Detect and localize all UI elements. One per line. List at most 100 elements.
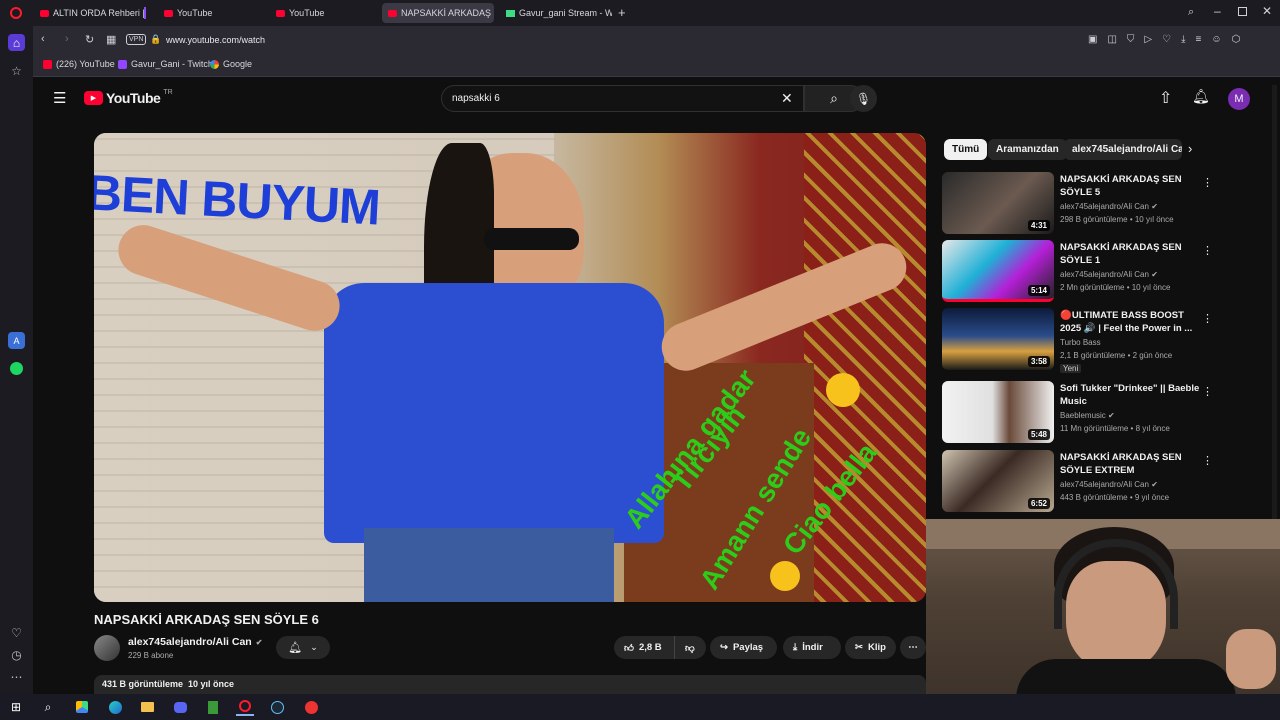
youtube-logo[interactable]: ▶ YouTube TR [84, 89, 173, 106]
video-thumbnail[interactable]: 5:48 [942, 381, 1054, 443]
recommendation-channel[interactable]: Turbo Bass [1060, 338, 1101, 347]
recommendation-channel[interactable]: Baeblemusic ✔ [1060, 411, 1115, 420]
download-button[interactable]: ⤓ İndir [783, 636, 841, 659]
bookmark-item[interactable]: Google [210, 59, 252, 69]
video-thumbnail[interactable]: 6:52 [942, 450, 1054, 512]
more-horizontal-icon: ⋯ [908, 642, 918, 653]
search-icon[interactable]: ⌕ [39, 698, 57, 716]
play-icon[interactable]: ▷ [1144, 34, 1162, 45]
task-app-icon[interactable] [204, 698, 222, 716]
recommendation-channel[interactable]: alex745alejandro/Ali Can ✔ [1060, 202, 1158, 211]
menu-icon[interactable]: ≡ [1196, 34, 1212, 45]
more-vertical-icon[interactable]: ⋮ [1202, 176, 1213, 189]
clip-button[interactable]: ✂ Klip [845, 636, 896, 659]
tab-search-icon[interactable]: ⌕ [1188, 6, 1194, 19]
profile-icon[interactable]: ☺ [1211, 34, 1231, 45]
recommendation-item[interactable]: 5:48 Sofi Tukker "Drinkee" || Baeble Mus… [942, 381, 1217, 445]
opera-taskbar-icon[interactable] [236, 698, 254, 716]
more-actions-button[interactable]: ⋯ [900, 636, 926, 659]
new-tab-button[interactable]: + [618, 5, 626, 20]
more-vertical-icon[interactable]: ⋮ [1202, 385, 1213, 398]
camera-icon[interactable]: ◫ [1107, 34, 1126, 45]
windows-start-icon[interactable]: ⊞ [7, 698, 25, 716]
heart-icon[interactable]: ♡ [8, 624, 25, 641]
pinboard-icon[interactable]: ☆ [8, 62, 25, 79]
chip-channel[interactable]: alex745alejandro/Ali Can [1064, 139, 1182, 160]
hamburger-menu-icon[interactable]: ☰ [53, 89, 66, 107]
video-thumbnail[interactable]: 4:31 [942, 172, 1054, 234]
upload-icon[interactable]: ⇧ [1159, 88, 1172, 108]
notifications-bell-icon[interactable]: 🔔︎ [1192, 88, 1210, 105]
address-bar-actions: ▣◫⛉▷♡⤓≡☺⬡ [1088, 34, 1250, 45]
edge-icon[interactable] [106, 698, 124, 716]
subscription-bell-button[interactable]: 🔔︎ ⌄ [276, 636, 330, 659]
account-avatar[interactable]: M [1228, 88, 1250, 110]
recommendation-title[interactable]: Sofi Tukker "Drinkee" || Baeble Music [1060, 383, 1200, 408]
minimize-icon[interactable]: – [1214, 4, 1221, 18]
video-person-sunglasses [484, 228, 579, 250]
bookmark-item[interactable]: Gavur_Gani - Twitch [118, 59, 213, 69]
channel-name[interactable]: alex745alejandro/Ali Can ✔ [128, 636, 262, 648]
recommendation-item[interactable]: 4:31 NAPSAKKİ ARKADAŞ SEN SÖYLE 5 alex74… [942, 172, 1217, 236]
chip-all[interactable]: Tümü [944, 139, 988, 160]
clear-search-icon[interactable]: ✕ [781, 90, 793, 107]
browser-tab[interactable]: Gavur_gani Stream - Watc [500, 3, 612, 23]
like-button[interactable]: 👍︎ 2,8 B [614, 636, 674, 659]
home-icon[interactable]: ⌂ [8, 34, 25, 51]
back-icon[interactable]: ‹ [41, 33, 45, 45]
vpn-badge[interactable]: VPN [126, 34, 147, 45]
tabs-grid-icon[interactable]: ▦ [106, 33, 116, 46]
share-button[interactable]: ↪ Paylaş [710, 636, 777, 659]
opera-logo-icon[interactable] [10, 7, 22, 19]
browser-tab[interactable]: ALTIN ORDA Rehberi | Ag [34, 3, 146, 23]
discord-icon[interactable] [171, 698, 189, 716]
chips-next-icon[interactable]: › [1188, 141, 1192, 156]
close-window-icon[interactable]: ✕ [1262, 4, 1272, 18]
windows-taskbar: ⊞ ⌕ [0, 694, 1280, 720]
browser-tab-active[interactable]: NAPSAKKİ ARKADAŞ SEN [382, 3, 494, 23]
bookmark-item[interactable]: (226) YouTube [43, 59, 115, 69]
dislike-button[interactable]: 👎︎ [674, 636, 706, 659]
more-vertical-icon[interactable]: ⋮ [1202, 312, 1213, 325]
search-input[interactable]: napsakki 6 ✕ [441, 85, 804, 112]
chip-from-search[interactable]: Aramanızdan [988, 139, 1067, 160]
reload-icon[interactable]: ↻ [85, 33, 94, 46]
spotify-icon[interactable] [8, 360, 25, 377]
snapshot-icon[interactable]: ▣ [1088, 34, 1107, 45]
more-vertical-icon[interactable]: ⋮ [1202, 244, 1213, 257]
video-player[interactable]: BEN BUYUM Allahına gadar Tırcıyıh Amann … [94, 133, 926, 602]
file-explorer-icon[interactable] [138, 698, 156, 716]
history-icon[interactable]: ◷ [8, 646, 25, 663]
video-thumbnail[interactable]: 3:58 [942, 308, 1054, 370]
more-vertical-icon[interactable]: ⋮ [1202, 454, 1213, 467]
task-app-icon[interactable] [73, 698, 91, 716]
task-app-icon[interactable] [302, 698, 320, 716]
aria-icon[interactable]: A [8, 332, 25, 349]
channel-avatar[interactable] [94, 635, 120, 661]
recommendation-channel[interactable]: alex745alejandro/Ali Can ✔ [1060, 480, 1158, 489]
url-field[interactable]: www.youtube.com/watch [166, 35, 265, 45]
recommendation-channel[interactable]: alex745alejandro/Ali Can ✔ [1060, 270, 1158, 279]
steam-icon[interactable] [268, 698, 286, 716]
video-thumbnail[interactable]: 5:14 [942, 240, 1054, 302]
lock-icon: 🔒 [150, 34, 162, 44]
shield-icon[interactable]: ⛉ [1127, 34, 1145, 45]
voice-search-button[interactable]: 🎙 [850, 85, 877, 112]
recommendation-item[interactable]: 5:14 NAPSAKKİ ARKADAŞ SEN SÖYLE 1 alex74… [942, 240, 1217, 304]
recommendation-item[interactable]: 3:58 🔴ULTIMATE BASS BOOST 2025 🔊 | Feel … [942, 308, 1217, 373]
recommendation-title[interactable]: 🔴ULTIMATE BASS BOOST 2025 🔊 | Feel the P… [1060, 310, 1200, 335]
recommendation-title[interactable]: NAPSAKKİ ARKADAŞ SEN SÖYLE 1 [1060, 242, 1200, 267]
recommendation-item[interactable]: 6:52 NAPSAKKİ ARKADAŞ SEN SÖYLE EXTREM a… [942, 450, 1217, 514]
recommendation-meta: 11 Mn görüntüleme • 8 yıl önce [1060, 424, 1170, 433]
more-icon[interactable]: ⋯ [8, 668, 25, 685]
maximize-icon[interactable] [1238, 7, 1247, 16]
recommendation-title[interactable]: NAPSAKKİ ARKADAŞ SEN SÖYLE 5 [1060, 174, 1200, 199]
download-icon[interactable]: ⤓ [1181, 34, 1195, 45]
extensions-icon[interactable]: ⬡ [1232, 34, 1251, 45]
description-box[interactable]: 431 B görüntüleme 10 yıl önce [94, 675, 926, 694]
heart-icon[interactable]: ♡ [1162, 34, 1181, 45]
forward-icon[interactable]: › [65, 33, 69, 45]
recommendation-title[interactable]: NAPSAKKİ ARKADAŞ SEN SÖYLE EXTREM [1060, 452, 1200, 477]
browser-tab[interactable]: YouTube [270, 3, 382, 23]
browser-tab[interactable]: YouTube [158, 3, 270, 23]
